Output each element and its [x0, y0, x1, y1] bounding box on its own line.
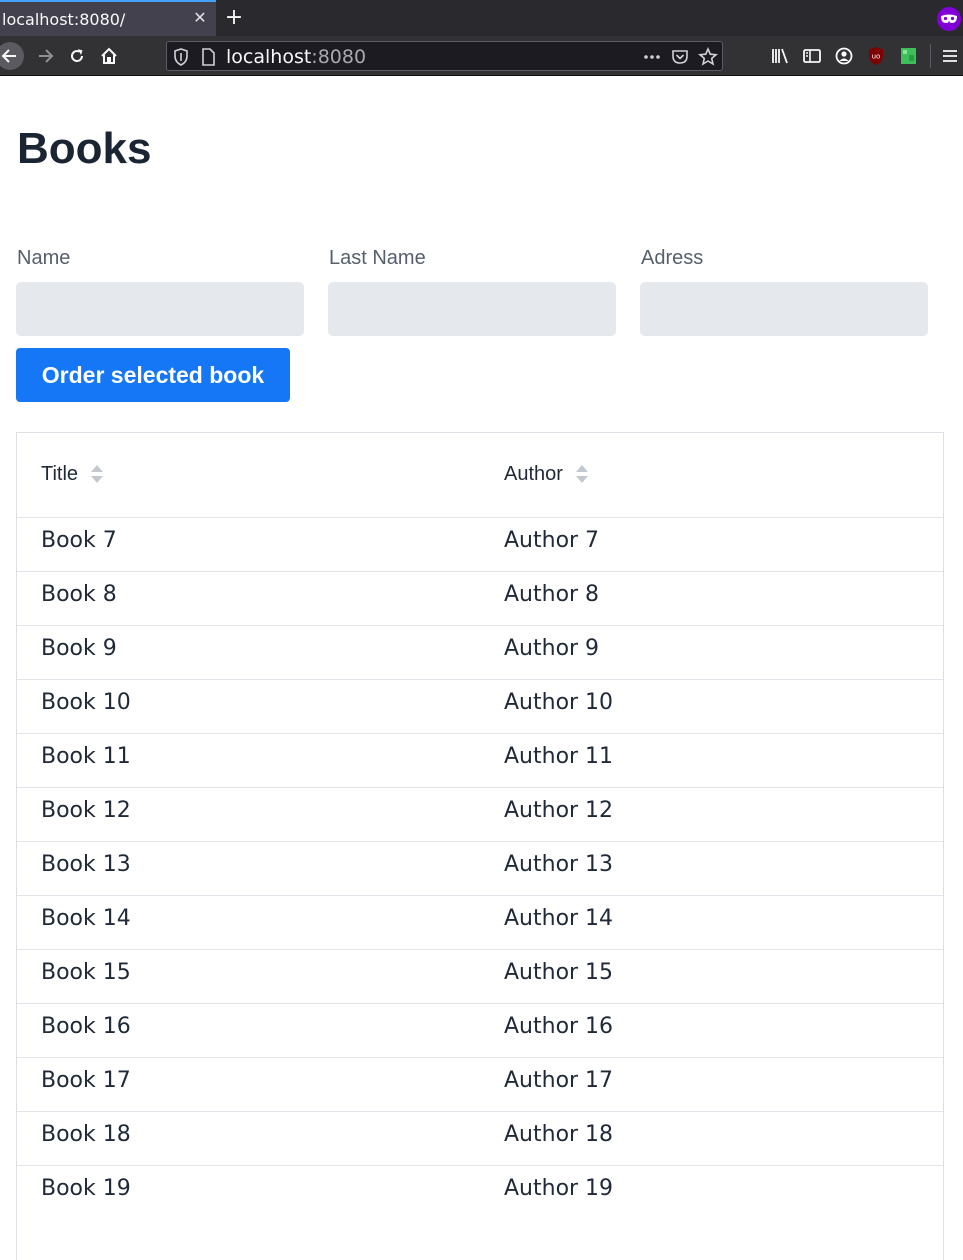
title-cell: Book 9 — [41, 636, 117, 661]
table-row[interactable]: Book 16 Author 16 — [17, 1004, 943, 1058]
url-host: localhost — [226, 46, 312, 68]
author-cell: Author 15 — [504, 960, 614, 985]
grid-body: Book 7 Author 7 Book 8 Author 8 Book 9 Auth… — [17, 518, 943, 1220]
author-cell: Author 10 — [504, 690, 614, 715]
table-row[interactable]: Book 11 Author 11 — [17, 734, 943, 788]
title-cell: Book 14 — [41, 906, 131, 931]
extension-icon[interactable] — [896, 44, 920, 68]
author-cell: Author 13 — [504, 852, 614, 877]
back-arrow-icon[interactable] — [0, 42, 24, 70]
title-cell: Book 11 — [41, 744, 131, 769]
author-cell: Author 14 — [504, 906, 614, 931]
sort-icon[interactable] — [90, 463, 104, 485]
close-icon[interactable]: ✕ — [192, 9, 208, 27]
table-row[interactable]: Book 17 Author 17 — [17, 1058, 943, 1112]
title-cell: Book 13 — [41, 852, 131, 877]
grid-header: Title Author — [17, 433, 943, 518]
author-cell: Author 17 — [504, 1068, 614, 1093]
column-header-author[interactable]: Author — [504, 459, 589, 489]
url-port: :8080 — [311, 46, 367, 68]
more-icon[interactable] — [642, 46, 662, 68]
table-row[interactable]: Book 19 Author 19 — [17, 1166, 943, 1220]
browser-tab[interactable]: localhost:8080/ ✕ — [0, 0, 216, 36]
address-label: Adress — [641, 247, 704, 269]
reload-icon[interactable] — [63, 42, 91, 70]
author-cell: Author 19 — [504, 1176, 614, 1201]
column-header-title[interactable]: Title — [41, 459, 104, 489]
svg-text:uo: uo — [872, 53, 881, 61]
browser-tab-bar: localhost:8080/ ✕ + — [0, 0, 963, 36]
author-cell: Author 8 — [504, 582, 600, 607]
browser-toolbar: localhost:8080 uo — [0, 36, 963, 76]
pocket-icon[interactable] — [670, 46, 690, 68]
table-row[interactable]: Book 12 Author 12 — [17, 788, 943, 842]
url-bar[interactable]: localhost:8080 — [166, 41, 723, 71]
title-cell: Book 18 — [41, 1122, 131, 1147]
books-grid: Title Author Book 7 Author 7 Book 8 Author… — [16, 432, 944, 1260]
title-cell: Book 8 — [41, 582, 117, 607]
author-cell: Author 11 — [504, 744, 614, 769]
table-row[interactable]: Book 15 Author 15 — [17, 950, 943, 1004]
table-row[interactable]: Book 14 Author 14 — [17, 896, 943, 950]
last-name-input[interactable] — [328, 282, 616, 336]
ublock-icon[interactable]: uo — [864, 44, 888, 68]
author-cell: Author 7 — [504, 528, 600, 553]
forward-arrow-icon[interactable] — [31, 42, 59, 70]
author-cell: Author 16 — [504, 1014, 614, 1039]
tab-title: localhost:8080/ — [2, 10, 126, 29]
home-icon[interactable] — [95, 42, 123, 70]
table-row[interactable]: Book 9 Author 9 — [17, 626, 943, 680]
order-selected-book-button[interactable]: Order selected book — [16, 348, 290, 402]
table-row[interactable]: Book 7 Author 7 — [17, 518, 943, 572]
hamburger-icon[interactable] — [938, 44, 962, 68]
name-input[interactable] — [16, 282, 304, 336]
star-icon[interactable] — [698, 46, 718, 68]
author-cell: Author 9 — [504, 636, 600, 661]
title-cell: Book 15 — [41, 960, 131, 985]
author-cell: Author 18 — [504, 1122, 614, 1147]
table-row[interactable]: Book 8 Author 8 — [17, 572, 943, 626]
page-icon[interactable] — [201, 48, 215, 70]
page-title: Books — [17, 124, 152, 173]
url-actions — [642, 46, 718, 68]
toolbar-separator — [930, 44, 931, 68]
title-cell: Book 7 — [41, 528, 117, 553]
plus-icon[interactable]: + — [222, 5, 246, 31]
title-cell: Book 17 — [41, 1068, 131, 1093]
account-icon[interactable] — [832, 44, 856, 68]
private-browsing-icon — [937, 7, 961, 31]
table-row[interactable]: Book 18 Author 18 — [17, 1112, 943, 1166]
last-name-label: Last Name — [329, 247, 426, 269]
column-header-label: Title — [41, 462, 79, 485]
sort-icon[interactable] — [575, 463, 589, 485]
column-header-label: Author — [504, 462, 563, 485]
author-cell: Author 12 — [504, 798, 614, 823]
table-row[interactable]: Book 13 Author 13 — [17, 842, 943, 896]
title-cell: Book 10 — [41, 690, 131, 715]
library-icon[interactable] — [768, 44, 792, 68]
title-cell: Book 19 — [41, 1176, 131, 1201]
shield-icon[interactable] — [173, 48, 189, 70]
name-label: Name — [17, 247, 71, 269]
sidebar-icon[interactable] — [800, 44, 824, 68]
url-text[interactable]: localhost:8080 — [226, 46, 366, 68]
title-cell: Book 16 — [41, 1014, 131, 1039]
title-cell: Book 12 — [41, 798, 131, 823]
address-input[interactable] — [640, 282, 928, 336]
table-row[interactable]: Book 10 Author 10 — [17, 680, 943, 734]
